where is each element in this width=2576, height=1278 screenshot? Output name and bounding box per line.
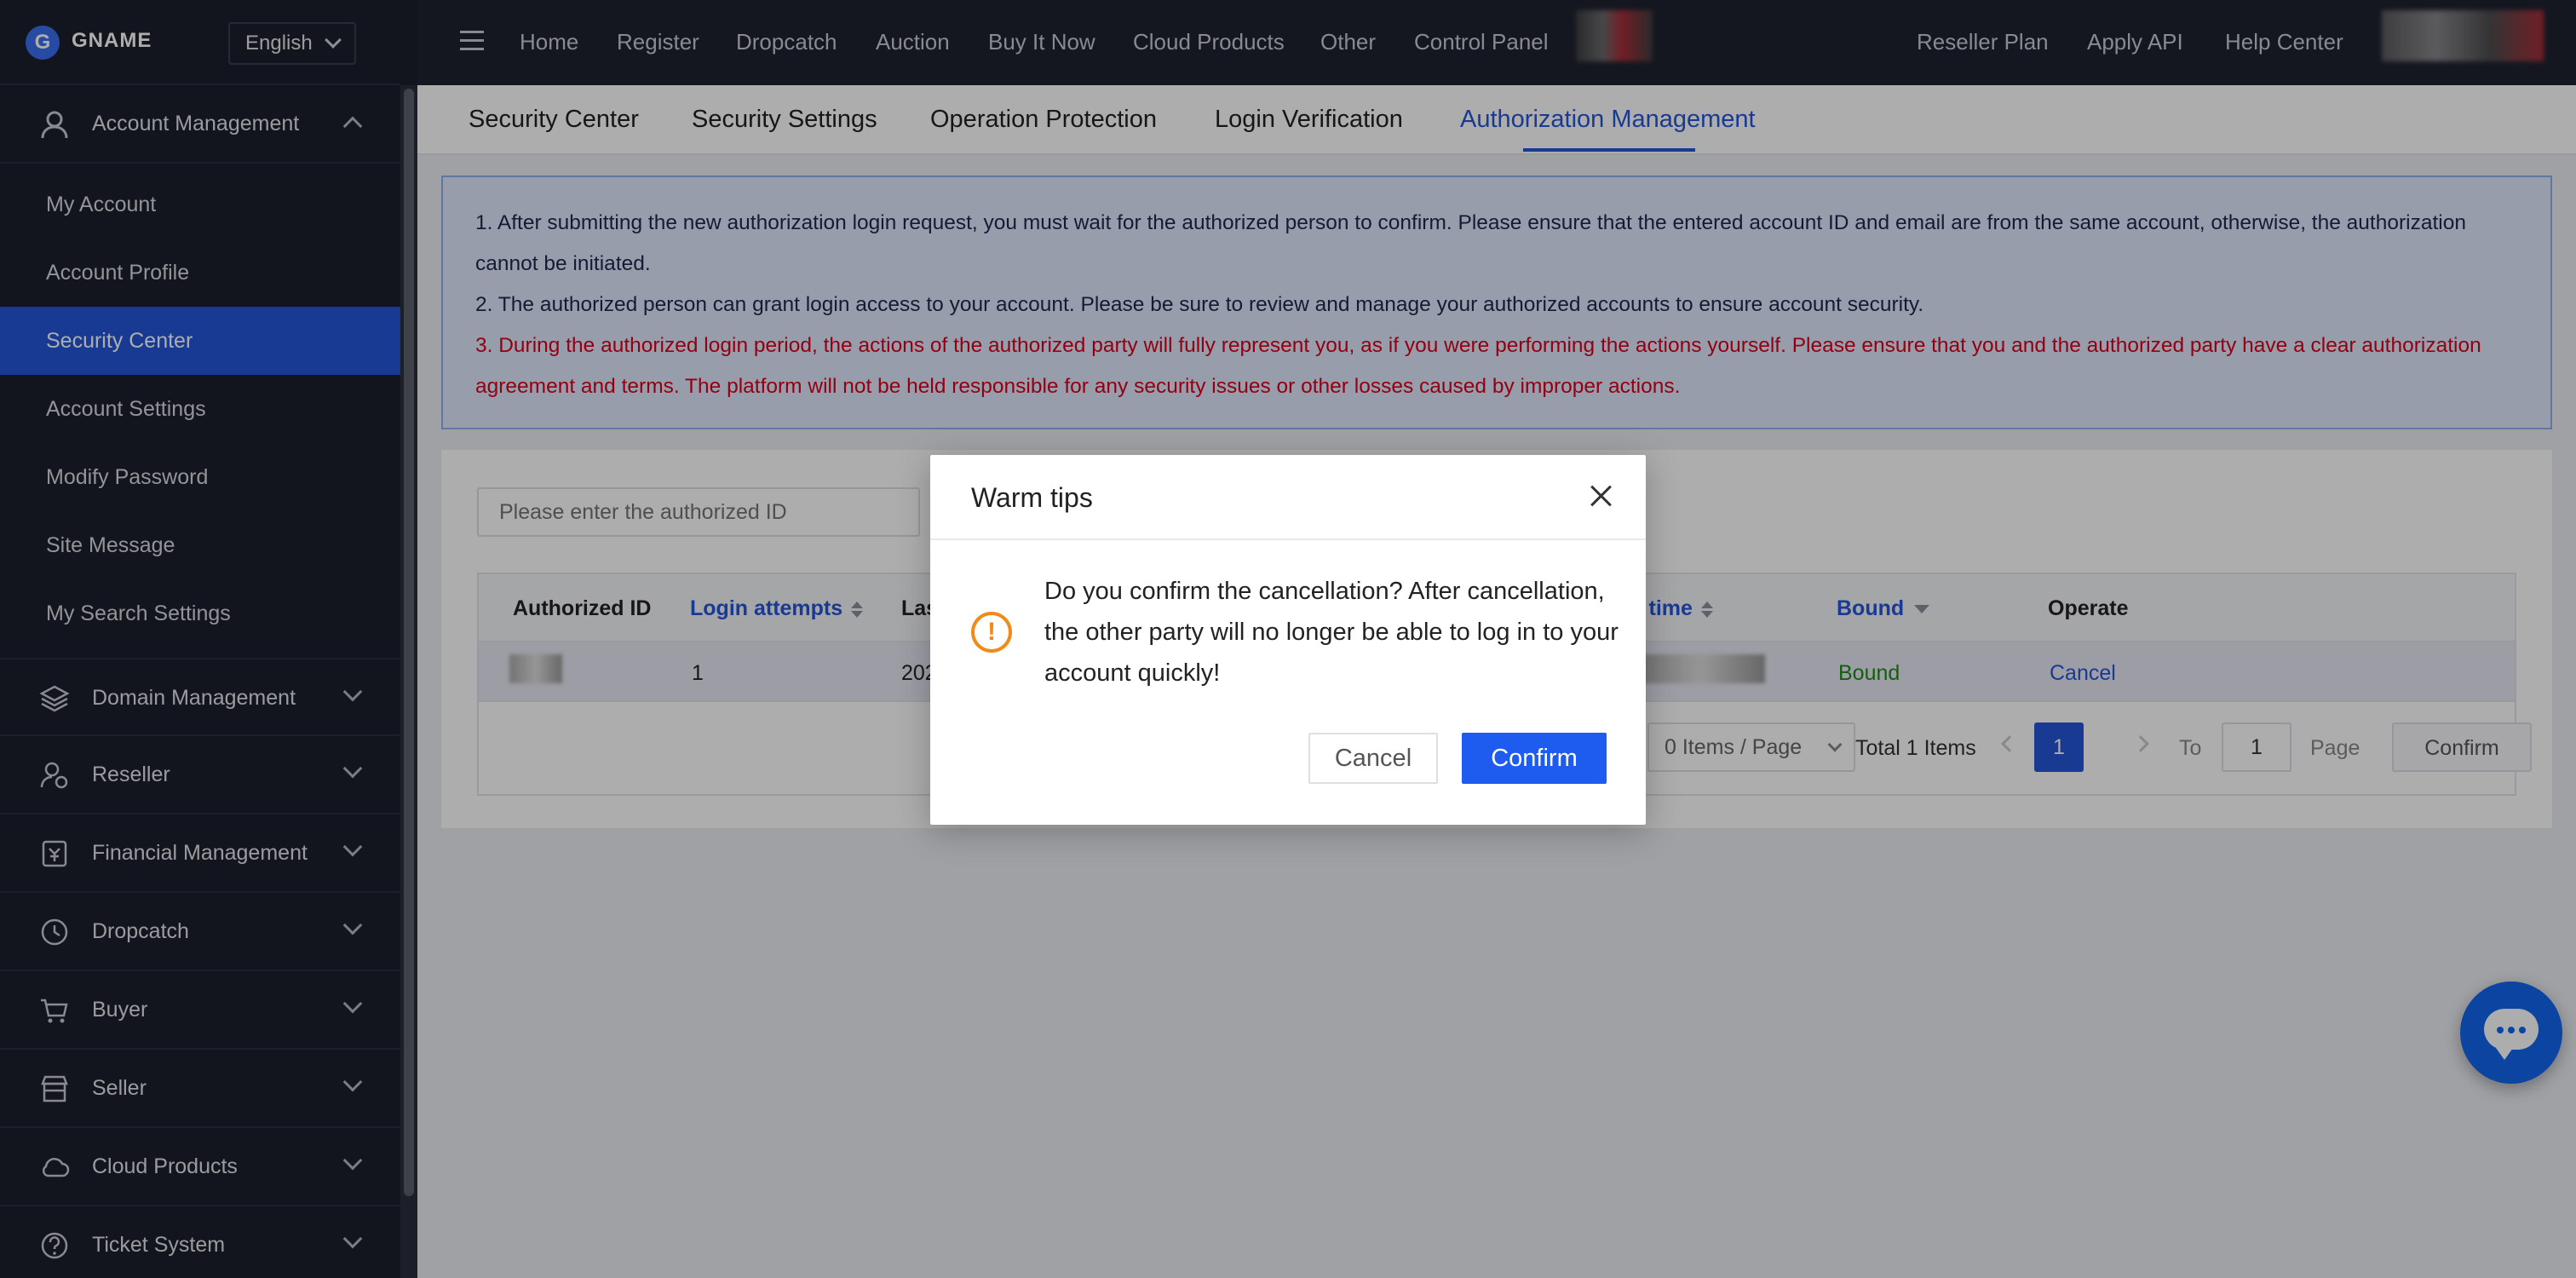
close-icon[interactable] (1586, 481, 1617, 511)
dialog-title: Warm tips (971, 482, 1093, 513)
dialog-header: Warm tips (930, 455, 1646, 540)
warm-tips-dialog: Warm tips ! Do you confirm the cancellat… (930, 455, 1646, 825)
dialog-message: Do you confirm the cancellation? After c… (1044, 578, 1619, 687)
dialog-cancel-button[interactable]: Cancel (1308, 733, 1438, 784)
dialog-confirm-button[interactable]: Confirm (1462, 733, 1607, 784)
warning-icon: ! (971, 612, 1012, 653)
